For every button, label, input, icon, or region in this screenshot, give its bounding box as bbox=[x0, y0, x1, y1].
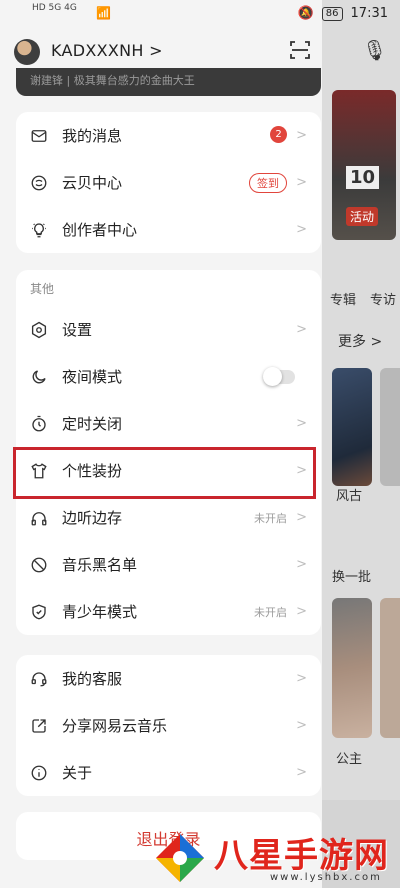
menu-card-other: 其他 设置 > 夜间模式 定时关闭 > 个性装扮 > 边听边存 未开启 > 音乐… bbox=[16, 270, 321, 635]
menu-label: 创作者中心 bbox=[62, 221, 138, 239]
status-bar: HD 5G 4G 📶 🔕 86 17:31 bbox=[0, 0, 400, 28]
playlist-card[interactable] bbox=[332, 598, 372, 738]
menu-item-night-mode[interactable]: 夜间模式 bbox=[16, 353, 321, 400]
menu-item-listen-save[interactable]: 边听边存 未开启 > bbox=[16, 494, 321, 541]
menu-item-customer-service[interactable]: 我的客服 > bbox=[16, 655, 321, 702]
banner-image[interactable]: 10 活动 bbox=[332, 90, 396, 240]
menu-item-messages[interactable]: 我的消息 2 > bbox=[16, 112, 321, 159]
microphone-icon[interactable]: 🎙 bbox=[362, 38, 392, 68]
chevron-right-icon: > bbox=[296, 416, 307, 431]
section-title: 其他 bbox=[30, 282, 55, 296]
banner-tag: 活动 bbox=[346, 207, 379, 226]
unread-badge: 2 bbox=[270, 126, 287, 143]
moon-icon bbox=[16, 368, 62, 386]
chevron-right-icon: > bbox=[296, 175, 307, 190]
playlist-card[interactable] bbox=[380, 368, 400, 486]
menu-item-personalize[interactable]: 个性装扮 > bbox=[16, 447, 321, 494]
more-link[interactable]: 更多 > bbox=[338, 331, 382, 351]
chevron-right-icon: > bbox=[296, 718, 307, 733]
menu-item-share-app[interactable]: 分享网易云音乐 > bbox=[16, 702, 321, 749]
menu-label: 音乐黑名单 bbox=[62, 556, 138, 574]
site-name: 八星手游网 bbox=[214, 836, 389, 876]
menu-item-about[interactable]: 关于 > bbox=[16, 749, 321, 796]
promo-banner[interactable]: 谢建锋 | 极其舞台感力的金曲大王 bbox=[16, 68, 321, 96]
menu-card-primary: 我的消息 2 > 云贝中心 签到 > 创作者中心 > bbox=[16, 112, 321, 253]
playlist-card[interactable] bbox=[332, 368, 372, 486]
block-icon bbox=[16, 556, 62, 574]
headphones-icon bbox=[16, 509, 62, 527]
shield-icon bbox=[16, 603, 62, 621]
chevron-right-icon: > bbox=[296, 557, 307, 572]
chevron-right-icon: > bbox=[296, 604, 307, 619]
chevron-right-icon: > bbox=[296, 222, 307, 237]
category-interview[interactable]: 专访 bbox=[370, 289, 396, 308]
status-text: 未开启 bbox=[254, 512, 287, 525]
chevron-right-icon: > bbox=[296, 765, 307, 780]
coin-icon bbox=[16, 174, 62, 192]
chevron-right-icon: > bbox=[296, 463, 307, 478]
menu-item-music-blacklist[interactable]: 音乐黑名单 > bbox=[16, 541, 321, 588]
menu-label: 我的客服 bbox=[62, 670, 123, 688]
menu-item-creator-center[interactable]: 创作者中心 > bbox=[16, 206, 321, 253]
site-logo-icon bbox=[156, 834, 204, 882]
mute-icon: 🔕 bbox=[297, 6, 314, 21]
side-drawer: KADXXXNH > 谢建锋 | 极其舞台感力的金曲大王 我的消息 2 > 云贝… bbox=[0, 0, 322, 888]
bulb-icon bbox=[16, 221, 62, 239]
menu-item-sleep-timer[interactable]: 定时关闭 > bbox=[16, 400, 321, 447]
background-app: 🎙 10 活动 专辑 专访 更多 > 风古 换一批 公主 bbox=[322, 0, 400, 888]
scan-icon[interactable] bbox=[288, 38, 312, 62]
menu-label: 关于 bbox=[62, 764, 93, 782]
sign-in-button[interactable]: 签到 bbox=[249, 173, 287, 193]
category-row: 专辑 专访 bbox=[322, 255, 400, 315]
menu-item-cloud-coin[interactable]: 云贝中心 签到 > bbox=[16, 159, 321, 206]
menu-item-settings[interactable]: 设置 > bbox=[16, 306, 321, 353]
avatar[interactable] bbox=[14, 39, 40, 65]
playlist-caption: 风古 bbox=[336, 489, 363, 504]
mail-icon bbox=[16, 127, 62, 145]
menu-label: 设置 bbox=[62, 321, 93, 339]
menu-label: 定时关闭 bbox=[62, 415, 123, 433]
status-text: 未开启 bbox=[254, 606, 287, 619]
timer-icon bbox=[16, 415, 62, 433]
site-watermark: 八星手游网 www.lyshbx.com bbox=[152, 824, 400, 888]
headset-icon bbox=[16, 670, 62, 688]
menu-label: 个性装扮 bbox=[62, 462, 123, 480]
wifi-icon: 📶 bbox=[96, 6, 111, 20]
playlist-card[interactable] bbox=[380, 598, 400, 738]
battery-indicator: 86 bbox=[321, 6, 343, 21]
chevron-right-icon: > bbox=[296, 510, 307, 525]
swap-batch-link[interactable]: 换一批 bbox=[332, 566, 371, 585]
chevron-right-icon: > bbox=[296, 128, 307, 143]
chevron-right-icon: > bbox=[296, 671, 307, 686]
menu-item-teen-mode[interactable]: 青少年模式 未开启 > bbox=[16, 588, 321, 635]
menu-card-support: 我的客服 > 分享网易云音乐 > 关于 > bbox=[16, 655, 321, 796]
username[interactable]: KADXXXNH > bbox=[51, 41, 163, 60]
tshirt-icon bbox=[16, 462, 62, 480]
banner-date: 10 bbox=[346, 166, 380, 189]
menu-label: 分享网易云音乐 bbox=[62, 717, 168, 735]
signal-indicator: HD 5G 4G bbox=[32, 3, 77, 13]
share-icon bbox=[16, 717, 62, 735]
chevron-right-icon: > bbox=[296, 322, 307, 337]
info-icon bbox=[16, 764, 62, 782]
playlist-caption: 公主 bbox=[336, 752, 363, 767]
clock: 17:31 bbox=[350, 6, 388, 21]
settings-icon bbox=[16, 321, 62, 339]
night-mode-toggle[interactable] bbox=[263, 367, 295, 386]
site-url: www.lyshbx.com bbox=[270, 872, 382, 883]
category-album[interactable]: 专辑 bbox=[330, 289, 356, 308]
profile-header[interactable]: KADXXXNH > bbox=[0, 28, 322, 72]
